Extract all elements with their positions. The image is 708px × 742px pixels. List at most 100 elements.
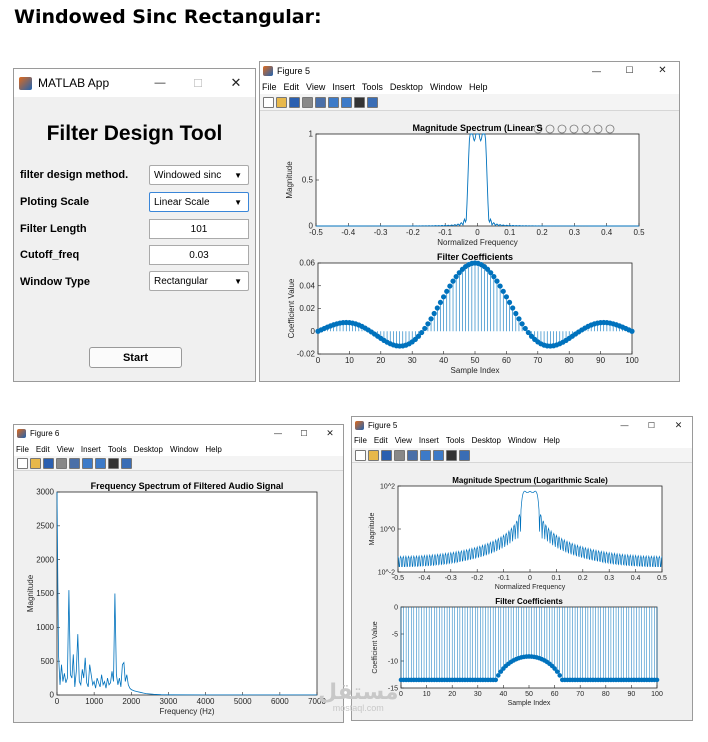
menu-view[interactable]: View	[306, 82, 325, 92]
stem-marker	[629, 328, 635, 334]
cutoff-label: Cutoff_freq	[20, 249, 80, 261]
figure5-plot-area: -0.5 -0.4 -0.3 -0.2 -0.1 0 0.1 0.2 0.3 0.4 0.5 0 0.5…	[260, 111, 679, 381]
property-editor-icon[interactable]	[367, 96, 378, 108]
cursor-arrow-icon[interactable]	[446, 449, 457, 461]
save-icon[interactable]	[381, 449, 392, 461]
stem-marker	[491, 274, 497, 280]
maximize-button[interactable]: ☐	[179, 77, 217, 90]
x-tick-label: -0.4	[418, 575, 430, 582]
print-icon[interactable]	[302, 96, 313, 108]
zoom-out-icon[interactable]	[593, 124, 603, 134]
menu-tools[interactable]: Tools	[362, 82, 383, 92]
open-folder-icon[interactable]	[368, 449, 379, 461]
menu-insert[interactable]: Insert	[332, 82, 355, 92]
length-label: Filter Length	[20, 223, 87, 235]
menu-insert[interactable]: Insert	[81, 445, 101, 454]
close-button[interactable]: ✕	[317, 428, 343, 439]
cursor-arrow-icon[interactable]	[354, 96, 365, 108]
print-icon[interactable]	[394, 449, 405, 461]
minimize-button[interactable]: —	[611, 421, 638, 430]
maximize-button[interactable]: ☐	[613, 65, 646, 76]
x-tick-label: 90	[596, 356, 605, 365]
close-button[interactable]: ✕	[217, 75, 255, 91]
y-tick-label: 2000	[36, 555, 54, 564]
menu-file[interactable]: File	[354, 436, 367, 445]
menu-view[interactable]: View	[57, 445, 74, 454]
minimize-button[interactable]: —	[265, 429, 291, 438]
maximize-button[interactable]: ☐	[291, 429, 317, 438]
close-button[interactable]: ✕	[665, 420, 692, 431]
datatip-icon[interactable]	[545, 124, 555, 134]
minimize-button[interactable]: —	[580, 66, 613, 76]
chevron-down-icon: ▼	[234, 170, 242, 180]
x-tick-label: -0.2	[471, 575, 483, 582]
x-tick-label: 0.3	[569, 228, 581, 237]
window-type-label: Window Type	[20, 276, 90, 288]
zoom-in-icon[interactable]	[581, 124, 591, 134]
export-icon[interactable]	[557, 124, 567, 134]
minimize-button[interactable]: —	[141, 77, 179, 89]
open-folder-icon[interactable]	[276, 96, 287, 108]
menu-help[interactable]: Help	[469, 82, 488, 92]
property-editor-icon[interactable]	[121, 457, 132, 469]
maximize-button[interactable]: ☐	[638, 421, 665, 430]
new-file-icon[interactable]	[355, 449, 366, 461]
insert-legend-icon[interactable]	[95, 457, 106, 469]
close-button[interactable]: ✕	[646, 65, 679, 76]
zoom-figure-icon[interactable]	[69, 457, 80, 469]
open-folder-icon[interactable]	[30, 457, 41, 469]
figure-titlebar[interactable]: Figure 5 — ☐ ✕	[260, 62, 679, 79]
menu-edit[interactable]: Edit	[284, 82, 300, 92]
menu-file[interactable]: File	[262, 82, 277, 92]
menu-edit[interactable]: Edit	[374, 436, 388, 445]
new-file-icon[interactable]	[263, 96, 274, 108]
x-tick-label: 0.5	[657, 575, 667, 582]
menu-help[interactable]: Help	[205, 445, 221, 454]
menu-edit[interactable]: Edit	[36, 445, 50, 454]
app-titlebar[interactable]: MATLAB App — ☐ ✕	[14, 69, 255, 97]
menu-tools[interactable]: Tools	[108, 445, 127, 454]
figure-titlebar[interactable]: Figure 6 — ☐ ✕	[14, 425, 343, 442]
new-file-icon[interactable]	[17, 457, 28, 469]
scale-dropdown[interactable]: Linear Scale ▼	[149, 192, 249, 212]
zoom-figure-icon[interactable]	[407, 449, 418, 461]
menu-desktop[interactable]: Desktop	[134, 445, 163, 454]
menu-desktop[interactable]: Desktop	[390, 82, 423, 92]
menu-insert[interactable]: Insert	[419, 436, 439, 445]
insert-colorbar-icon[interactable]	[420, 449, 431, 461]
save-icon[interactable]	[289, 96, 300, 108]
insert-legend-icon[interactable]	[341, 96, 352, 108]
menu-desktop[interactable]: Desktop	[472, 436, 501, 445]
x-tick-label: 10	[423, 691, 431, 698]
cursor-arrow-icon[interactable]	[108, 457, 119, 469]
cutoff-freq-field[interactable]: 0.03	[149, 245, 249, 265]
filter-length-field[interactable]: 101	[149, 219, 249, 239]
menu-window[interactable]: Window	[170, 445, 198, 454]
figure-titlebar[interactable]: Figure 5 — ☐ ✕	[352, 417, 692, 433]
property-editor-icon[interactable]	[459, 449, 470, 461]
chevron-down-icon: ▼	[234, 276, 242, 286]
x-tick-label: 4000	[197, 697, 215, 706]
start-button[interactable]: Start	[89, 347, 182, 368]
menu-help[interactable]: Help	[543, 436, 559, 445]
menu-tools[interactable]: Tools	[446, 436, 465, 445]
home-icon[interactable]	[605, 124, 615, 134]
menu-window[interactable]: Window	[430, 82, 462, 92]
figure-window-title: Figure 5	[368, 420, 398, 430]
insert-colorbar-icon[interactable]	[328, 96, 339, 108]
print-icon[interactable]	[56, 457, 67, 469]
figure-window-title: Figure 5	[277, 65, 311, 76]
menu-window[interactable]: Window	[508, 436, 536, 445]
save-icon[interactable]	[43, 457, 54, 469]
insert-legend-icon[interactable]	[433, 449, 444, 461]
menu-view[interactable]: View	[395, 436, 412, 445]
window-type-dropdown[interactable]: Rectangular ▼	[149, 271, 249, 291]
y-tick-label: 0	[311, 327, 316, 336]
method-dropdown[interactable]: Windowed sinc ▼	[149, 165, 249, 185]
insert-colorbar-icon[interactable]	[82, 457, 93, 469]
x-tick-label: 100	[651, 691, 663, 698]
menu-file[interactable]: File	[16, 445, 29, 454]
pan-icon[interactable]	[569, 124, 579, 134]
x-tick-label: 0	[475, 228, 480, 237]
zoom-figure-icon[interactable]	[315, 96, 326, 108]
